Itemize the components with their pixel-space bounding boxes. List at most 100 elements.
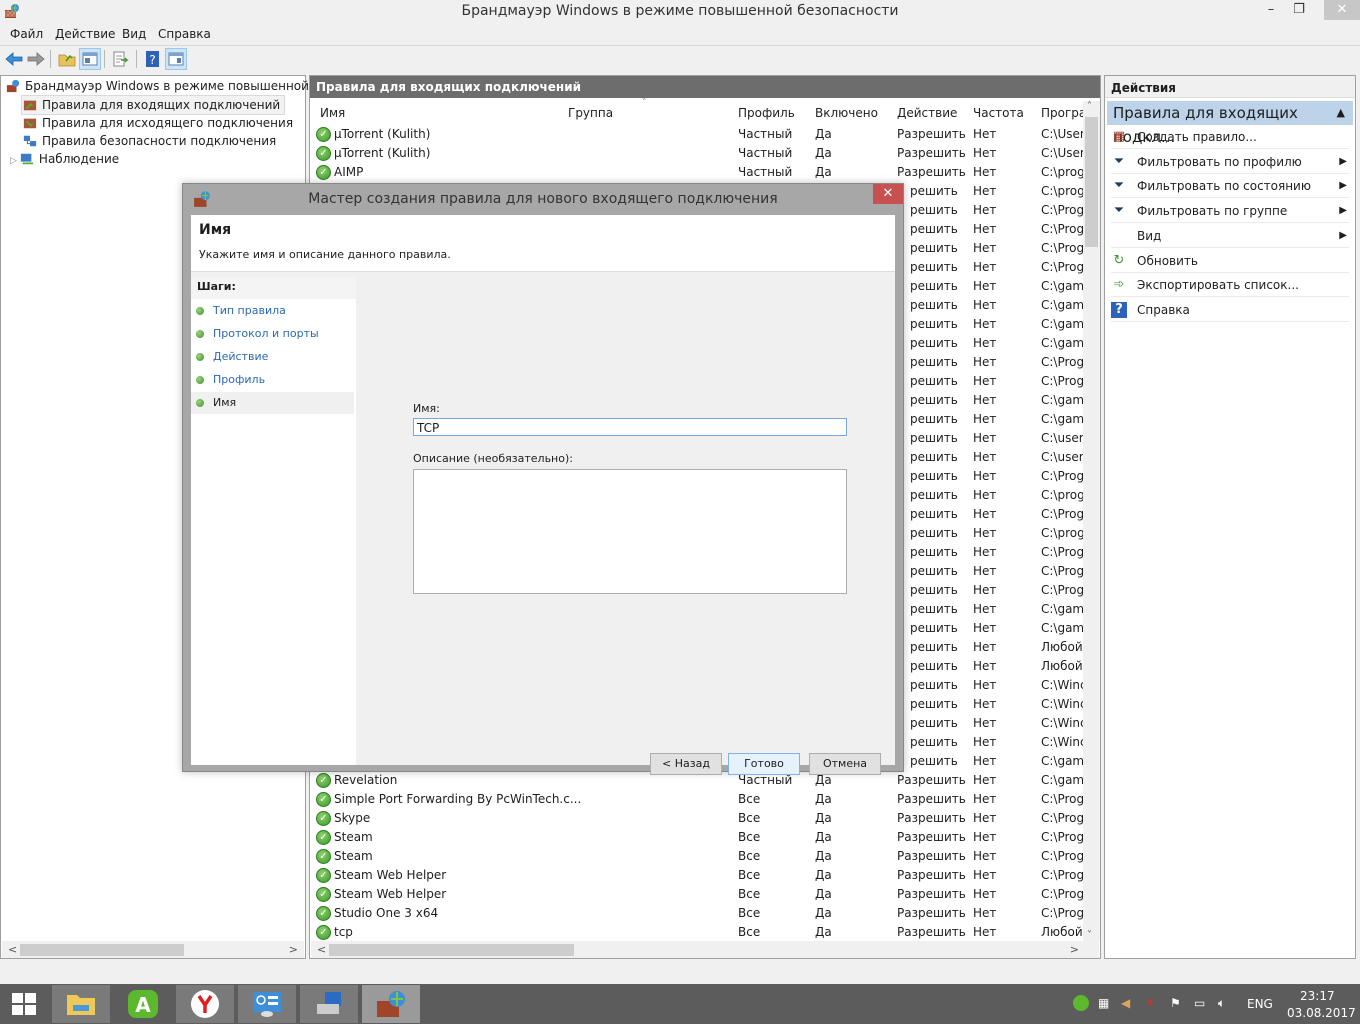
table-row[interactable]: ✓ µTorrent (Kulith) Частный Да Разрешить Нет C…: [314, 144, 1091, 163]
tree-horizontal-scrollbar[interactable]: < >: [2, 941, 304, 958]
taskbar-file-explorer[interactable]: [52, 985, 110, 1023]
scroll-right-icon[interactable]: >: [289, 941, 298, 958]
table-row[interactable]: ✓ Skype Все Да Разрешить Нет C:\Prog: [314, 809, 1084, 828]
show-tree-icon[interactable]: [79, 48, 101, 70]
menu-view[interactable]: Вид: [122, 27, 146, 41]
scrollbar-thumb[interactable]: [329, 944, 574, 956]
outbound-rules-icon: [23, 118, 37, 129]
table-row[interactable]: ✓ Steam Все Да Разрешить Нет C:\Prog: [314, 847, 1084, 866]
column-header-program[interactable]: Програ: [1041, 106, 1086, 120]
rules-vertical-scrollbar[interactable]: ˄ ˅: [1083, 101, 1100, 941]
scroll-down-icon[interactable]: ˅: [1087, 930, 1092, 941]
tree-item-inbound-rules[interactable]: Правила для входящих подключений: [21, 95, 286, 115]
back-icon[interactable]: [4, 49, 24, 69]
show-actions-icon[interactable]: [165, 48, 187, 70]
menu-file[interactable]: Файл: [10, 27, 43, 41]
back-button[interactable]: < Назад: [650, 753, 722, 775]
table-row[interactable]: ✓ µTorrent (Kulith) Частный Да Разрешить Нет C…: [314, 125, 1091, 144]
table-row[interactable]: ✓ Steam Web Helper Все Да Разрешить Нет C:\Pro…: [314, 866, 1084, 885]
minimize-button[interactable]: –: [1256, 0, 1286, 20]
action-item[interactable]: ➾ Экспортировать список...: [1111, 273, 1349, 298]
column-header-action[interactable]: Действие: [897, 106, 957, 120]
rule-override: Нет: [973, 640, 997, 654]
action-item[interactable]: ⏷ Фильтровать по состоянию ▶: [1111, 174, 1349, 199]
action-item[interactable]: ▦ Создать правило...: [1111, 125, 1349, 149]
taskbar-network-app[interactable]: [300, 985, 358, 1023]
new-rule-wizard-dialog: Мастер создания правила для нового входя…: [182, 183, 904, 775]
actions-pane: Действия Правила для входящих подкл... ▲…: [1104, 75, 1356, 959]
column-header-group[interactable]: Группа: [568, 106, 613, 120]
wizard-step[interactable]: Имя: [191, 392, 354, 414]
network-tray-icon[interactable]: ▭: [1194, 996, 1205, 1010]
language-indicator[interactable]: ENG: [1247, 997, 1273, 1011]
rule-override: Нет: [973, 735, 997, 749]
close-button[interactable]: ✕: [1324, 0, 1360, 20]
rule-name-input[interactable]: TCP: [413, 418, 847, 436]
export-icon[interactable]: [111, 49, 131, 69]
rule-program: C:\Prog: [1041, 564, 1085, 578]
wizard-step[interactable]: Тип правила: [191, 300, 354, 322]
start-button-windows-icon[interactable]: [11, 992, 37, 1016]
table-row[interactable]: ✓ Steam Web Helper Все Да Разрешить Нет C:\Pro…: [314, 885, 1084, 904]
forward-icon[interactable]: [26, 49, 46, 69]
scroll-left-icon[interactable]: <: [8, 941, 17, 958]
tree-item-outbound-rules[interactable]: Правила для исходящего подключения: [22, 114, 293, 132]
column-header-enabled[interactable]: Включено: [815, 106, 878, 120]
tree-item-connection-security[interactable]: Правила безопасности подключения: [22, 132, 276, 150]
rule-program: C:\prog: [1041, 488, 1085, 502]
dialog-close-button[interactable]: ✕: [873, 184, 903, 204]
menu-help[interactable]: Справка: [158, 27, 211, 41]
actions-section-header[interactable]: Правила для входящих подкл... ▲: [1107, 101, 1353, 146]
rule-action: решить: [910, 298, 958, 312]
utorrent-tray-icon[interactable]: [1073, 995, 1089, 1011]
clock-time[interactable]: 23:17: [1300, 989, 1335, 1003]
rules-horizontal-scrollbar[interactable]: < >: [311, 941, 1099, 958]
enabled-check-icon: ✓: [316, 811, 331, 826]
action-center-tray-icon[interactable]: ▦: [1098, 996, 1109, 1010]
scrollbar-thumb[interactable]: [20, 944, 184, 956]
network-error-tray-icon[interactable]: ✶: [1145, 996, 1155, 1010]
wizard-step[interactable]: Протокол и порты: [191, 323, 354, 345]
wizard-step[interactable]: Действие: [191, 346, 354, 368]
rule-profile: Все: [738, 811, 761, 825]
table-row[interactable]: ✓ Steam Все Да Разрешить Нет C:\Prog: [314, 828, 1084, 847]
taskbar-app-a[interactable]: A: [114, 985, 172, 1023]
table-row[interactable]: ✓ AIMP Частный Да Разрешить Нет C:\prog: [314, 163, 1085, 182]
table-row[interactable]: ✓ tcp Все Да Разрешить Нет Любой: [314, 923, 1084, 942]
taskbar-yandex-browser[interactable]: [176, 985, 234, 1023]
up-folder-icon[interactable]: [57, 49, 77, 69]
rule-name: Steam Web Helper: [334, 868, 447, 882]
scrollbar-thumb[interactable]: [1085, 117, 1098, 247]
speaker-tray-icon[interactable]: 🔈︎: [1218, 996, 1225, 1011]
action-item[interactable]: ↻ Обновить: [1111, 249, 1349, 273]
expand-arrow-icon[interactable]: ▷: [10, 156, 17, 166]
restore-button[interactable]: ❐: [1284, 0, 1314, 20]
rule-profile: Все: [738, 868, 761, 882]
column-header-profile[interactable]: Профиль: [738, 106, 795, 120]
scroll-up-icon[interactable]: ˄: [1087, 101, 1092, 112]
rule-program: C:\gam: [1041, 754, 1085, 768]
help-icon[interactable]: ?: [143, 49, 163, 69]
action-item[interactable]: ⏷ Фильтровать по группе ▶: [1111, 199, 1349, 224]
cancel-button[interactable]: Отмена: [809, 753, 881, 775]
clock-date[interactable]: 03.08.2017: [1287, 1006, 1356, 1020]
table-row[interactable]: ✓ Simple Port Forwarding By PcWinTech.c..…: [314, 790, 1084, 809]
taskbar-control-panel[interactable]: [238, 985, 296, 1023]
action-item[interactable]: Вид ▶: [1111, 224, 1349, 248]
column-header-name[interactable]: Имя: [320, 106, 345, 120]
tree-item-monitoring[interactable]: ▷ Наблюдение: [10, 150, 119, 168]
table-row[interactable]: ✓ Studio One 3 x64 Все Да Разрешить Нет C:\Pro…: [314, 904, 1084, 923]
flag-tray-icon[interactable]: ⚑: [1170, 996, 1181, 1010]
scroll-right-icon[interactable]: >: [1070, 941, 1079, 958]
action-item[interactable]: ⏷ Фильтровать по профилю ▶: [1111, 150, 1349, 174]
rule-description-input[interactable]: [413, 469, 847, 594]
volume-muted-tray-icon[interactable]: ◀: [1121, 996, 1130, 1010]
taskbar-firewall[interactable]: [362, 985, 420, 1023]
collapse-icon[interactable]: ▲: [1337, 101, 1345, 125]
scroll-left-icon[interactable]: <: [317, 941, 326, 958]
action-item[interactable]: ? Справка: [1111, 298, 1349, 322]
wizard-step[interactable]: Профиль: [191, 369, 354, 391]
column-header-override[interactable]: Частота: [973, 106, 1024, 120]
finish-button[interactable]: Готово: [728, 753, 800, 775]
menu-action[interactable]: Действие: [55, 27, 115, 41]
